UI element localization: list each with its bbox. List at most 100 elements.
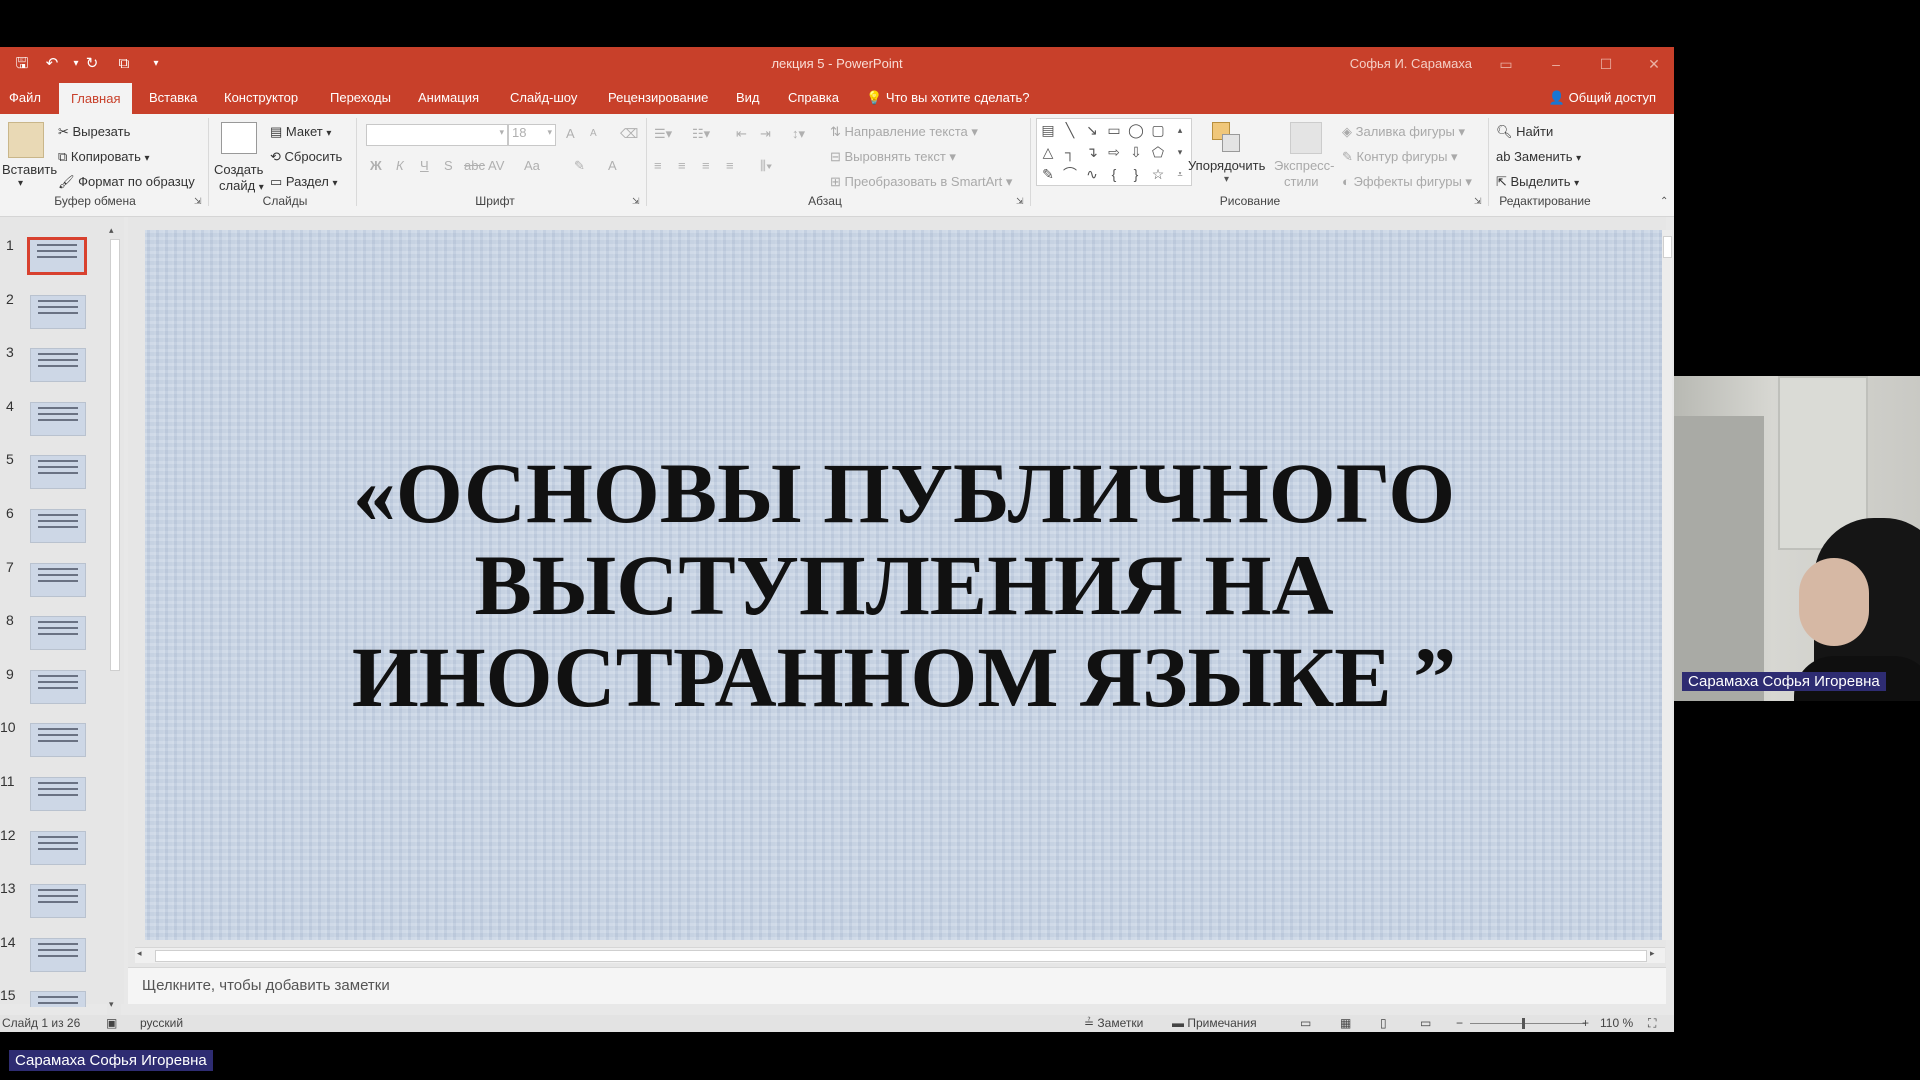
down-arrow-shape-icon[interactable]: ⇩ <box>1125 141 1147 163</box>
bold-button[interactable]: Ж <box>370 158 382 173</box>
paste-icon[interactable] <box>8 122 44 158</box>
shadow-button[interactable]: S <box>444 158 453 173</box>
arrange-dropdown-icon[interactable]: ▾ <box>1224 174 1229 185</box>
numbering-icon[interactable]: ☷▾ <box>692 126 710 142</box>
slide-thumbnail[interactable]: 14 <box>0 934 100 984</box>
arrow-line-shape-icon[interactable]: ↘ <box>1081 119 1103 141</box>
arrange-icon[interactable] <box>1212 122 1242 152</box>
minimize-button[interactable]: – <box>1536 53 1576 75</box>
tab-design[interactable]: Конструктор <box>218 81 304 114</box>
cut-button[interactable]: ✂ Вырезать <box>58 124 130 140</box>
tab-slideshow[interactable]: Слайд-шоу <box>504 81 583 114</box>
change-case-button[interactable]: Aa <box>524 158 540 173</box>
paste-button[interactable]: Вставить <box>2 162 57 177</box>
brace-left-shape-icon[interactable]: { <box>1103 163 1125 185</box>
scroll-down-icon[interactable]: ▾ <box>109 999 114 1010</box>
notes-pane[interactable]: Щелкните, чтобы добавить заметки <box>128 967 1666 1004</box>
bullets-icon[interactable]: ☰▾ <box>654 126 672 142</box>
quick-styles-button[interactable]: Экспресс- <box>1274 158 1335 173</box>
clipboard-launcher-icon[interactable]: ⇲ <box>194 196 202 207</box>
slide-title[interactable]: «ОСНОВЫ ПУБЛИЧНОГО ВЫСТУПЛЕНИЯ НА ИНОСТР… <box>145 230 1663 940</box>
format-painter-button[interactable]: 🖌 Формат по образцу <box>58 174 195 190</box>
tab-insert[interactable]: Вставка <box>143 81 203 114</box>
shapes-gallery[interactable]: ▤ ╲ ↘ ▭ ◯ ▢ ▴ △ ┐ ↴ ⇨ ⇩ ⬠ ▾ ✎ ⌒ ∿ { } ☆ … <box>1036 118 1192 186</box>
canvas-hscroll[interactable]: ◂ ▸ <box>135 947 1665 963</box>
comments-toggle[interactable]: ▬ Примечания <box>1172 1016 1257 1030</box>
layout-button[interactable]: ▤ Макет ▾ <box>270 124 331 140</box>
columns-icon[interactable]: ⫼▾ <box>760 158 772 174</box>
tab-file[interactable]: Файл <box>3 81 47 114</box>
line-spacing-icon[interactable]: ↕▾ <box>792 126 805 142</box>
replace-button[interactable]: ab Заменить ▾ <box>1496 149 1581 164</box>
arrange-button[interactable]: Упорядочить <box>1188 158 1265 173</box>
paste-dropdown-icon[interactable]: ▾ <box>18 178 23 189</box>
quick-styles-icon[interactable] <box>1290 122 1322 154</box>
copy-button[interactable]: ⧉ Копировать ▾ <box>58 149 150 165</box>
freeform-shape-icon[interactable]: ✎ <box>1037 163 1059 185</box>
tell-me-search[interactable]: 💡 Что вы хотите сделать? <box>866 81 1030 114</box>
zoom-out-icon[interactable]: − <box>1456 1016 1463 1030</box>
align-right-icon[interactable]: ≡ <box>702 158 710 173</box>
zoom-in-icon[interactable]: + <box>1582 1016 1589 1030</box>
zoom-slider-thumb[interactable] <box>1522 1018 1525 1029</box>
thumbnail-scrollbar[interactable]: ▴ ▾ <box>107 225 121 1015</box>
elbow-shape-icon[interactable]: ┐ <box>1059 141 1081 163</box>
scroll-left-icon[interactable]: ◂ <box>137 948 142 959</box>
reset-button[interactable]: ⟲ Сбросить <box>270 149 342 165</box>
zoom-level[interactable]: 110 % <box>1600 1016 1633 1030</box>
scroll-up-icon[interactable]: ▴ <box>109 225 114 236</box>
slide-thumbnail[interactable]: 13 <box>0 880 100 930</box>
shape-effects-button[interactable]: ◐ Эффекты фигуры ▾ <box>1342 174 1472 190</box>
align-text-button[interactable]: ⊟ Выровнять текст ▾ <box>830 149 956 165</box>
reading-view-icon[interactable]: ▯ <box>1380 1016 1387 1030</box>
clear-format-icon[interactable]: ⌫ <box>620 126 638 142</box>
select-button[interactable]: ⇱ Выделить ▾ <box>1496 174 1579 190</box>
oval-shape-icon[interactable]: ◯ <box>1125 119 1147 141</box>
triangle-shape-icon[interactable]: △ <box>1037 141 1059 163</box>
user-name[interactable]: Софья И. Сарамаха <box>1350 56 1472 71</box>
rectangle-shape-icon[interactable]: ▭ <box>1103 119 1125 141</box>
elbow-arrow-shape-icon[interactable]: ↴ <box>1081 141 1103 163</box>
font-name-combo[interactable]: ▾ <box>366 124 508 146</box>
shape-fill-button[interactable]: ◈ Заливка фигуры ▾ <box>1342 124 1465 140</box>
canvas-vscroll-thumb[interactable] <box>1663 236 1672 258</box>
maximize-button[interactable]: ☐ <box>1586 53 1626 75</box>
font-size-dropdown-icon[interactable]: ▾ <box>547 127 552 138</box>
increase-indent-icon[interactable]: ⇥ <box>760 126 771 142</box>
italic-button[interactable]: К <box>396 158 404 173</box>
text-direction-button[interactable]: ⇅ Направление текста ▾ <box>830 124 978 140</box>
slide-sorter-icon[interactable]: ▦ <box>1340 1016 1351 1030</box>
slide-thumbnail[interactable]: 4 <box>0 398 100 448</box>
shrink-font-icon[interactable]: A <box>590 128 597 139</box>
tab-help[interactable]: Справка <box>782 81 845 114</box>
shape-outline-button[interactable]: ✎ Контур фигуры ▾ <box>1342 149 1458 165</box>
underline-button[interactable]: Ч <box>420 158 429 173</box>
font-launcher-icon[interactable]: ⇲ <box>632 196 640 207</box>
slideshow-icon[interactable]: ▭ <box>1420 1016 1431 1030</box>
star-shape-icon[interactable]: ☆ <box>1147 163 1169 185</box>
char-spacing-button[interactable]: AV <box>488 158 504 173</box>
zoom-slider[interactable] <box>1470 1023 1586 1024</box>
section-button[interactable]: ▭ Раздел ▾ <box>270 174 338 190</box>
slide-thumbnail[interactable]: 7 <box>0 559 100 609</box>
grow-font-icon[interactable]: A <box>566 126 575 141</box>
slide-thumbnail[interactable]: 1 <box>0 237 100 287</box>
tab-view[interactable]: Вид <box>730 81 766 114</box>
font-size-combo[interactable]: 18 ▾ <box>508 124 556 146</box>
quick-styles-button-line2[interactable]: стили <box>1284 174 1319 189</box>
decrease-indent-icon[interactable]: ⇤ <box>736 126 747 142</box>
slide-thumbnail[interactable]: 6 <box>0 505 100 555</box>
arc-shape-icon[interactable]: ⌒ <box>1059 163 1081 185</box>
slide-thumbnail[interactable]: 2 <box>0 291 100 341</box>
language-indicator[interactable]: русский <box>140 1016 183 1030</box>
slide-thumbnail[interactable]: 12 <box>0 827 100 877</box>
slide-thumbnail[interactable]: 8 <box>0 612 100 662</box>
paragraph-launcher-icon[interactable]: ⇲ <box>1016 196 1024 207</box>
line-shape-icon[interactable]: ╲ <box>1059 119 1081 141</box>
tab-home[interactable]: Главная <box>59 83 133 114</box>
gallery-up-icon[interactable]: ▴ <box>1169 119 1191 141</box>
new-slide-button[interactable]: Создать <box>214 162 263 177</box>
hscroll-thumb[interactable] <box>155 950 1647 962</box>
smartart-button[interactable]: ⊞ Преобразовать в SmartArt ▾ <box>830 174 1012 190</box>
ribbon-display-icon[interactable]: ▭ <box>1486 53 1526 75</box>
